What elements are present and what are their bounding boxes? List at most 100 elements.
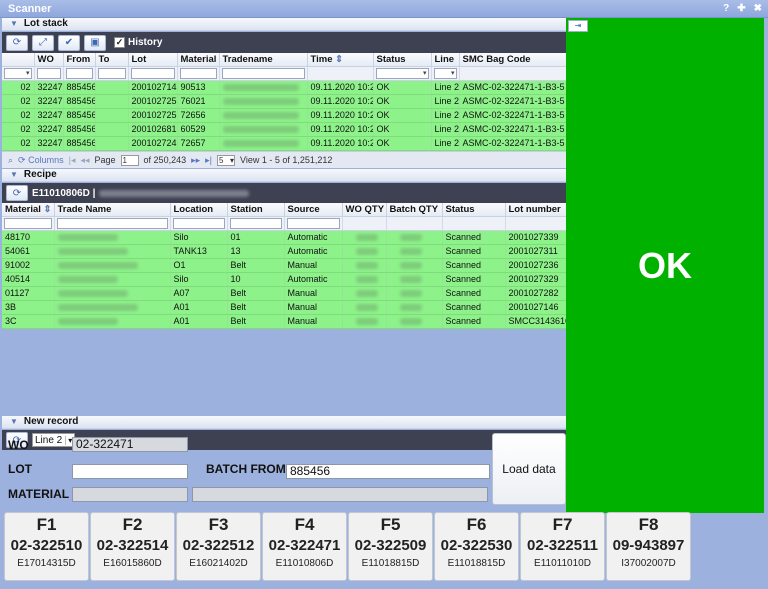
prev-page-icon[interactable]: ◂◂: [80, 155, 89, 166]
lot-stack-header[interactable]: ▼ Lot stack: [2, 18, 566, 31]
columns-button[interactable]: ⟳ Columns: [18, 155, 64, 166]
col-hdr-from[interactable]: From: [63, 53, 96, 67]
table-cell: Automatic: [284, 272, 343, 287]
arrow-right-icon[interactable]: ⇥: [568, 20, 588, 32]
fkey-code: E16021402D: [189, 558, 248, 569]
table-row[interactable]: 02322471885456 200102725572656 09.11.2020 …: [2, 108, 567, 123]
table-cell: [54, 286, 171, 301]
table-row[interactable]: 01127 A07 Belt Manual Scanned 2001027282: [2, 286, 567, 301]
col-hdr-time[interactable]: Time ⇕: [307, 53, 374, 67]
redacted-value: [399, 318, 422, 326]
help-icon[interactable]: ?: [723, 3, 729, 14]
page-size-select[interactable]: 5 ▾: [217, 154, 235, 166]
filter-location[interactable]: [172, 217, 225, 229]
history-checkbox[interactable]: ✓ History: [114, 37, 162, 48]
line-select[interactable]: Line 2 ▾: [32, 433, 76, 447]
table-cell: [219, 94, 308, 109]
pin-icon[interactable]: ✚: [737, 3, 745, 14]
filter-line[interactable]: ▾: [433, 67, 457, 79]
fkey-wo: 02-322512: [182, 537, 255, 554]
lot-stack-title: Lot stack: [23, 18, 68, 29]
fkey-f5-button[interactable]: F5 02-322509 E11018815D: [348, 512, 433, 581]
filter-lot[interactable]: [130, 67, 175, 79]
refresh-button[interactable]: ⟳: [6, 34, 28, 51]
table-row[interactable]: 02322471885456 200102725776021 09.11.2020 …: [2, 94, 567, 109]
batch-from-field[interactable]: 885456: [286, 464, 490, 479]
col-hdr-smc-bag-code[interactable]: SMC Bag Code: [459, 53, 567, 67]
fkey-f3-button[interactable]: F3 02-322512 E16021402D: [176, 512, 261, 581]
table-row[interactable]: 3B A01 Belt Manual Scanned 2001027146: [2, 300, 567, 315]
new-record-title: New record: [23, 416, 79, 427]
collapse-triangle-icon[interactable]: ▼: [10, 170, 18, 179]
material-description-field[interactable]: [192, 487, 488, 502]
col-hdr-material[interactable]: Material ⇕: [2, 203, 55, 217]
load-data-button[interactable]: Load data: [492, 433, 566, 505]
table-row[interactable]: 02322471885456 200102724772657 09.11.2020 …: [2, 136, 567, 151]
col-hdr-source[interactable]: Source: [284, 203, 343, 217]
search-icon[interactable]: ⌕: [8, 155, 13, 166]
filter-to[interactable]: [97, 67, 126, 79]
table-row[interactable]: 54061 TANK13 13 Automatic Scanned 2001027311: [2, 244, 567, 259]
recipe-refresh-button[interactable]: ⟳: [6, 185, 28, 201]
recipe-header[interactable]: ▼ Recipe: [2, 169, 566, 182]
col-hdr-station[interactable]: Station: [227, 203, 285, 217]
table-row[interactable]: 02322471885456 200102714690513 09.11.2020 …: [2, 80, 567, 95]
filter-source[interactable]: [286, 217, 340, 229]
col-hdr-location[interactable]: Location: [170, 203, 228, 217]
table-cell: Manual: [284, 300, 343, 315]
expand-button[interactable]: ⤢: [32, 34, 54, 51]
new-record-header[interactable]: ▼ New record: [2, 416, 566, 429]
col-hdr-wo-qty[interactable]: WO QTY: [342, 203, 387, 217]
redacted-value: [57, 248, 128, 256]
fkey-f8-button[interactable]: F8 09-943897 I37002007D: [606, 512, 691, 581]
wo-field[interactable]: 02-322471: [72, 437, 188, 452]
col-hdr-lot-number[interactable]: Lot number: [505, 203, 567, 217]
table-row[interactable]: 40514 Silo 10 Automatic Scanned 2001027329: [2, 272, 567, 287]
col-hdr-status[interactable]: Status: [442, 203, 506, 217]
col-hdr-lot[interactable]: Lot: [128, 53, 178, 67]
col-hdr-tradename[interactable]: Tradename: [219, 53, 308, 67]
first-page-icon[interactable]: |◂: [69, 155, 76, 166]
fkey-f1-button[interactable]: F1 02-322510 E17014315D: [4, 512, 89, 581]
last-page-icon[interactable]: ▸|: [205, 155, 212, 166]
table-cell: Line 2: [431, 108, 460, 123]
fkey-f6-button[interactable]: F6 02-322530 E11018815D: [434, 512, 519, 581]
col-hdr-batch-qty[interactable]: Batch QTY: [386, 203, 443, 217]
table-row[interactable]: 3C A01 Belt Manual Scanned SMCC3143616: [2, 314, 567, 329]
filter-trade-name[interactable]: [56, 217, 168, 229]
page-input[interactable]: 1: [120, 154, 139, 166]
next-page-icon[interactable]: ▸▸: [191, 155, 200, 166]
filter-status[interactable]: ▾: [375, 67, 429, 79]
table-cell: Manual: [284, 258, 343, 273]
image-button[interactable]: ▣: [84, 34, 106, 51]
col-hdr-status[interactable]: Status: [373, 53, 432, 67]
fkey-f4-button[interactable]: F4 02-322471 E11010806D: [262, 512, 347, 581]
table-row[interactable]: 02322471885456 200102681260529 09.11.2020 …: [2, 122, 567, 137]
filter-station[interactable]: [229, 217, 282, 229]
filter-select-blank[interactable]: ▾: [4, 67, 32, 79]
collapse-triangle-icon[interactable]: ▼: [10, 417, 18, 426]
col-hdr-to[interactable]: To: [95, 53, 129, 67]
filter-wo[interactable]: [36, 67, 61, 79]
filter-tradename[interactable]: [221, 67, 305, 79]
table-cell: 885456: [63, 80, 96, 95]
fkey-f2-button[interactable]: F2 02-322514 E16015860D: [90, 512, 175, 581]
filter-from[interactable]: [65, 67, 93, 79]
lot-field[interactable]: [72, 464, 188, 479]
collapse-triangle-icon[interactable]: ▼: [10, 19, 18, 28]
check-button[interactable]: ✔: [58, 34, 80, 51]
table-row[interactable]: 48170 Silo 01 Automatic Scanned 2001027339: [2, 230, 567, 245]
col-hdr-wo[interactable]: WO: [34, 53, 64, 67]
filter-material[interactable]: [179, 67, 217, 79]
table-row[interactable]: 91002 O1 Belt Manual Scanned 2001027236: [2, 258, 567, 273]
table-cell: Automatic: [284, 244, 343, 259]
col-hdr-material[interactable]: Material: [177, 53, 220, 67]
close-icon[interactable]: ✖: [754, 3, 762, 14]
col-hdr-line[interactable]: Line: [431, 53, 460, 67]
fkey-f7-button[interactable]: F7 02-322511 E11011010D: [520, 512, 605, 581]
chevron-down-icon: ▾: [229, 155, 234, 165]
filter-material[interactable]: [4, 217, 52, 229]
material-field[interactable]: [72, 487, 188, 502]
table-cell: [386, 314, 443, 329]
col-hdr-trade-name[interactable]: Trade Name: [54, 203, 171, 217]
